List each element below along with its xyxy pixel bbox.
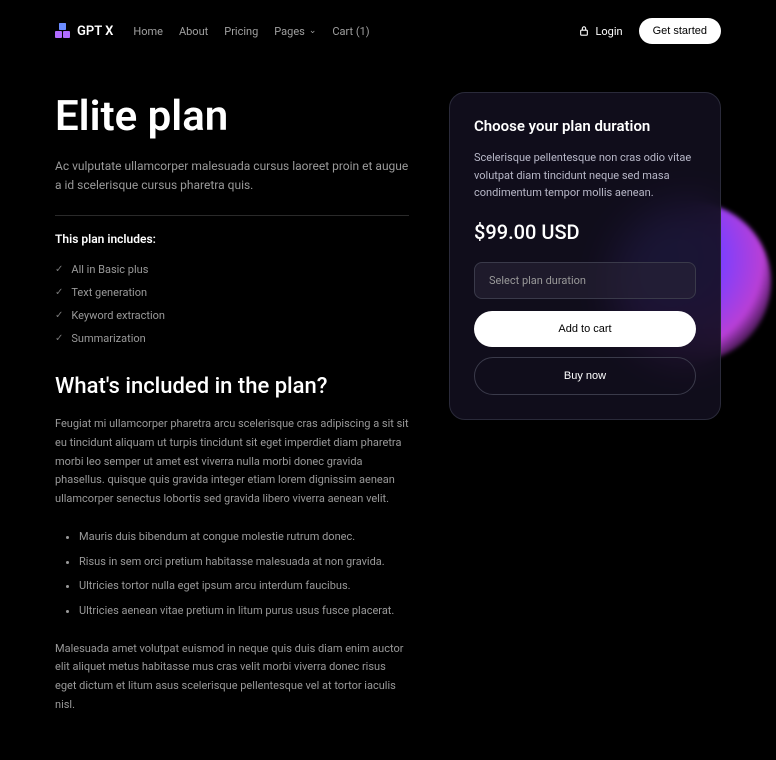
nav-about[interactable]: About <box>179 25 208 38</box>
check-icon: ✓ <box>55 264 63 275</box>
nav-pricing[interactable]: Pricing <box>224 25 258 38</box>
main-content: Elite plan Ac vulputate ullamcorper male… <box>0 62 776 760</box>
header: GPT X Home About Pricing Pages ⌄ Cart (1… <box>0 0 776 62</box>
feature-item: ✓Keyword extraction <box>55 304 409 327</box>
header-left: GPT X Home About Pricing Pages ⌄ Cart (1… <box>55 23 370 39</box>
list-item: Ultricies tortor nulla eget ipsum arcu i… <box>79 574 409 599</box>
nav-home[interactable]: Home <box>133 25 163 38</box>
plan-subtitle: Ac vulputate ullamcorper malesuada cursu… <box>55 157 409 195</box>
included-heading: What's included in the plan? <box>55 374 409 399</box>
purchase-panel: Choose your plan duration Scelerisque pe… <box>449 92 721 730</box>
nav-pages[interactable]: Pages ⌄ <box>274 25 316 38</box>
logo-icon <box>55 23 71 39</box>
bullet-list: Mauris duis bibendum at congue molestie … <box>55 525 409 624</box>
page-title: Elite plan <box>55 92 409 141</box>
list-item: Ultricies aenean vitae pretium in litum … <box>79 599 409 624</box>
feature-item: ✓All in Basic plus <box>55 258 409 281</box>
feature-item: ✓Text generation <box>55 281 409 304</box>
included-body-2: Malesuada amet volutpat euismod in neque… <box>55 640 409 715</box>
header-right: Login Get started <box>579 18 721 44</box>
list-item: Mauris duis bibendum at congue molestie … <box>79 525 409 550</box>
nav-cart[interactable]: Cart (1) <box>332 25 369 38</box>
check-icon: ✓ <box>55 333 63 344</box>
nav-pages-label: Pages <box>274 25 305 38</box>
duration-select[interactable]: Select plan duration <box>474 262 696 299</box>
add-to-cart-button[interactable]: Add to cart <box>474 311 696 347</box>
feature-item: ✓Summarization <box>55 327 409 350</box>
get-started-button[interactable]: Get started <box>639 18 721 44</box>
includes-title: This plan includes: <box>55 232 409 246</box>
card-title: Choose your plan duration <box>474 117 696 135</box>
plan-details: Elite plan Ac vulputate ullamcorper male… <box>55 92 409 730</box>
login-link[interactable]: Login <box>579 25 622 38</box>
main-nav: Home About Pricing Pages ⌄ Cart (1) <box>133 25 369 38</box>
logo[interactable]: GPT X <box>55 23 113 39</box>
check-icon: ✓ <box>55 310 63 321</box>
lock-icon <box>579 25 589 37</box>
card-description: Scelerisque pellentesque non cras odio v… <box>474 149 696 202</box>
list-item: Risus in sem orci pretium habitasse male… <box>79 550 409 575</box>
check-icon: ✓ <box>55 287 63 298</box>
divider <box>55 215 409 216</box>
buy-now-button[interactable]: Buy now <box>474 357 696 395</box>
price: $99.00 USD <box>474 220 696 244</box>
login-label: Login <box>595 25 622 38</box>
logo-text: GPT X <box>77 24 113 39</box>
purchase-card: Choose your plan duration Scelerisque pe… <box>449 92 721 420</box>
feature-list: ✓All in Basic plus ✓Text generation ✓Key… <box>55 258 409 350</box>
chevron-down-icon: ⌄ <box>309 26 317 36</box>
included-body: Feugiat mi ullamcorper pharetra arcu sce… <box>55 415 409 508</box>
